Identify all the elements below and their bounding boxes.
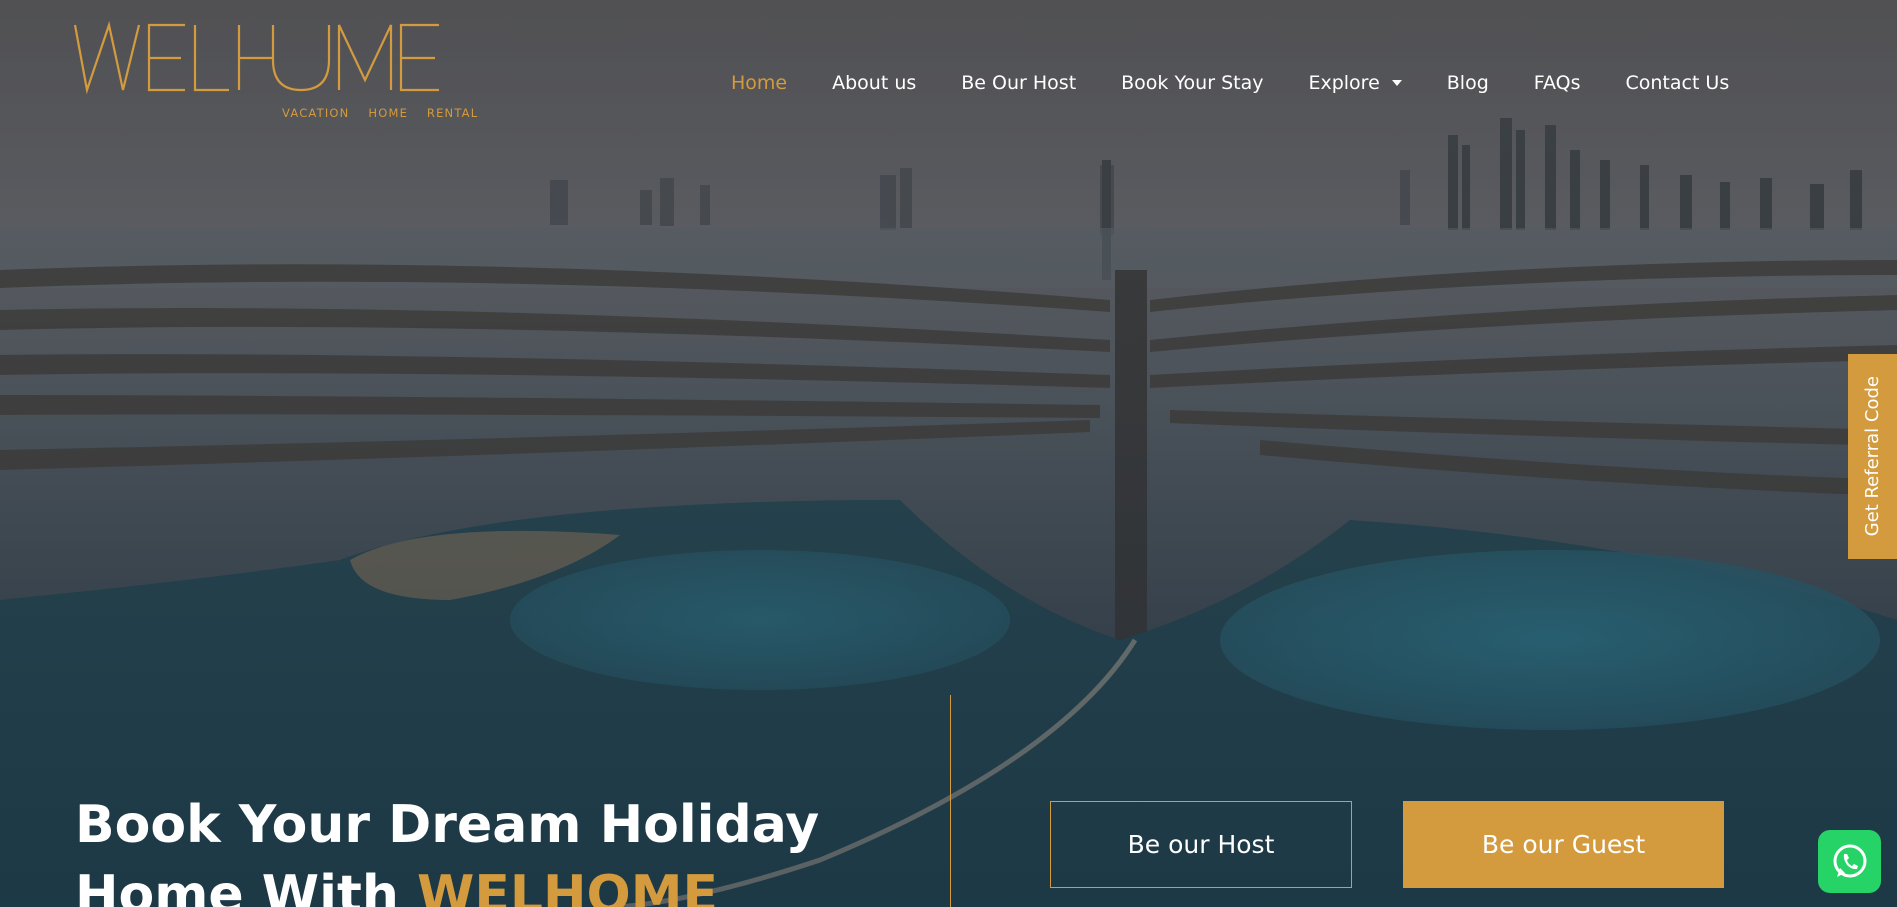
nav-item-explore-label: Explore [1308, 72, 1380, 94]
hero-overlay [0, 0, 1897, 907]
referral-tab-label: Get Referral Code [1862, 376, 1883, 537]
hero-background [0, 0, 1897, 907]
nav-item-faqs[interactable]: FAQs [1534, 72, 1581, 94]
nav-item-about-us[interactable]: About us [832, 72, 916, 94]
headline-line-2-prefix: Home With [75, 865, 417, 907]
nav-item-contact-us[interactable]: Contact Us [1625, 72, 1729, 94]
get-referral-code-tab[interactable]: Get Referral Code [1848, 354, 1897, 559]
tagline-word: RENTAL [426, 106, 479, 120]
headline-line-1: Book Your Dream Holiday [75, 795, 820, 855]
logo-tagline: VACATION HOME RENTAL [282, 106, 492, 120]
nav-item-explore[interactable]: Explore [1308, 72, 1402, 94]
tagline-word: VACATION [282, 106, 350, 120]
caret-down-icon [1391, 80, 1402, 86]
main-navigation: Home About us Be Our Host Book Your Stay… [731, 70, 1729, 96]
nav-item-be-our-host[interactable]: Be Our Host [961, 72, 1076, 94]
nav-item-home[interactable]: Home [731, 72, 787, 94]
headline-brand-name: WELHOME [416, 865, 718, 907]
tagline-word: HOME [368, 106, 409, 120]
vertical-divider [950, 695, 951, 907]
whatsapp-icon [1833, 844, 1866, 877]
whatsapp-chat-button[interactable] [1818, 830, 1881, 893]
be-our-host-button[interactable]: Be our Host [1050, 801, 1352, 888]
be-our-guest-button[interactable]: Be our Guest [1403, 801, 1724, 888]
hero-headline: Book Your Dream Holiday Home With WELHOM… [75, 790, 819, 907]
nav-item-book-your-stay[interactable]: Book Your Stay [1121, 72, 1263, 94]
nav-item-blog[interactable]: Blog [1447, 72, 1489, 94]
